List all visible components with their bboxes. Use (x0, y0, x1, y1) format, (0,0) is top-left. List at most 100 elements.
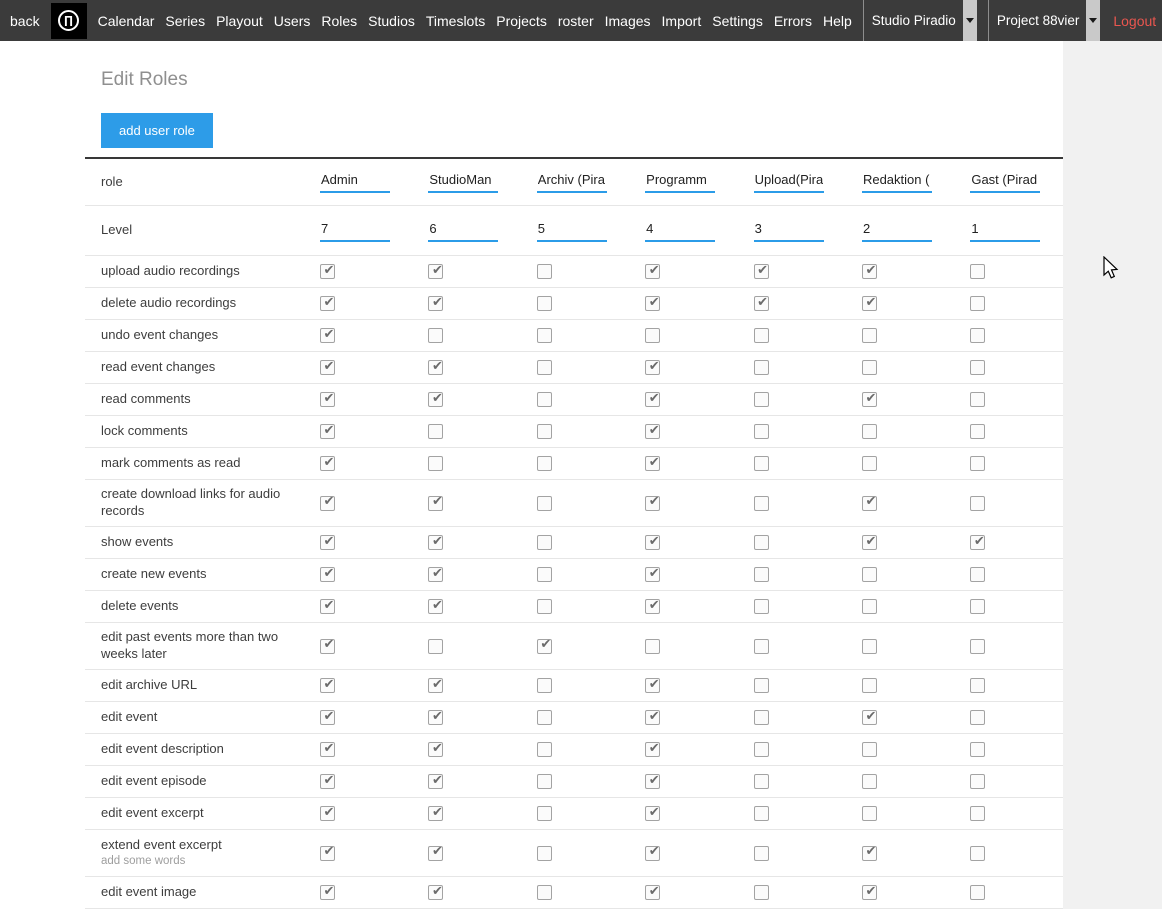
nav-item-settings[interactable]: Settings (712, 13, 763, 29)
permission-checkbox-col5[interactable] (754, 599, 769, 614)
permission-checkbox-col6[interactable]: ✔ (862, 496, 877, 511)
permission-checkbox-col1[interactable]: ✔ (320, 328, 335, 343)
permission-checkbox-col2[interactable]: ✔ (428, 392, 443, 407)
permission-checkbox-col6[interactable] (862, 360, 877, 375)
permission-checkbox-col7[interactable] (970, 806, 985, 821)
permission-checkbox-col3[interactable] (537, 360, 552, 375)
permission-checkbox-col6[interactable] (862, 678, 877, 693)
permission-checkbox-col6[interactable] (862, 742, 877, 757)
role-name-input-6[interactable] (862, 171, 932, 193)
permission-checkbox-col4[interactable]: ✔ (645, 496, 660, 511)
nav-item-errors[interactable]: Errors (774, 13, 812, 29)
permission-checkbox-col7[interactable] (970, 678, 985, 693)
permission-checkbox-col4[interactable]: ✔ (645, 599, 660, 614)
back-button[interactable]: back (10, 13, 40, 29)
permission-checkbox-col6[interactable]: ✔ (862, 296, 877, 311)
permission-checkbox-col4[interactable] (645, 639, 660, 654)
role-level-input-7[interactable] (970, 220, 1040, 242)
permission-checkbox-col7[interactable] (970, 774, 985, 789)
permission-checkbox-col2[interactable]: ✔ (428, 806, 443, 821)
studio-select[interactable]: Studio Piradio (863, 0, 977, 41)
role-level-input-5[interactable] (754, 220, 824, 242)
permission-checkbox-col1[interactable]: ✔ (320, 456, 335, 471)
project-select[interactable]: Project 88vier (988, 0, 1101, 41)
permission-checkbox-col1[interactable]: ✔ (320, 360, 335, 375)
permission-checkbox-col1[interactable]: ✔ (320, 678, 335, 693)
permission-checkbox-col3[interactable] (537, 774, 552, 789)
role-name-input-1[interactable] (320, 171, 390, 193)
permission-checkbox-col2[interactable]: ✔ (428, 774, 443, 789)
permission-checkbox-col4[interactable]: ✔ (645, 774, 660, 789)
permission-checkbox-col3[interactable] (537, 535, 552, 550)
nav-item-images[interactable]: Images (605, 13, 651, 29)
permission-checkbox-col2[interactable] (428, 639, 443, 654)
permission-checkbox-col2[interactable]: ✔ (428, 496, 443, 511)
permission-checkbox-col3[interactable]: ✔ (537, 639, 552, 654)
permission-checkbox-col1[interactable]: ✔ (320, 496, 335, 511)
permission-checkbox-col7[interactable] (970, 360, 985, 375)
add-user-role-button[interactable]: add user role (101, 113, 213, 148)
permission-checkbox-col2[interactable] (428, 328, 443, 343)
nav-item-series[interactable]: Series (165, 13, 205, 29)
nav-item-studios[interactable]: Studios (368, 13, 415, 29)
role-name-input-4[interactable] (645, 171, 715, 193)
role-level-input-3[interactable] (537, 220, 607, 242)
role-level-input-1[interactable] (320, 220, 390, 242)
permission-checkbox-col7[interactable] (970, 567, 985, 582)
nav-item-roles[interactable]: Roles (321, 13, 357, 29)
permission-checkbox-col1[interactable]: ✔ (320, 264, 335, 279)
permission-checkbox-col1[interactable]: ✔ (320, 846, 335, 861)
permission-checkbox-col5[interactable] (754, 328, 769, 343)
permission-checkbox-col5[interactable] (754, 742, 769, 757)
permission-checkbox-col3[interactable] (537, 678, 552, 693)
permission-checkbox-col5[interactable] (754, 639, 769, 654)
permission-checkbox-col6[interactable] (862, 328, 877, 343)
permission-checkbox-col7[interactable] (970, 456, 985, 471)
role-level-input-4[interactable] (645, 220, 715, 242)
permission-checkbox-col7[interactable] (970, 710, 985, 725)
nav-item-roster[interactable]: roster (558, 13, 594, 29)
permission-checkbox-col2[interactable] (428, 424, 443, 439)
permission-checkbox-col5[interactable] (754, 392, 769, 407)
permission-checkbox-col1[interactable]: ✔ (320, 392, 335, 407)
permission-checkbox-col7[interactable] (970, 328, 985, 343)
nav-item-playout[interactable]: Playout (216, 13, 263, 29)
permission-checkbox-col2[interactable]: ✔ (428, 296, 443, 311)
permission-checkbox-col3[interactable] (537, 456, 552, 471)
nav-item-users[interactable]: Users (274, 13, 311, 29)
permission-checkbox-col6[interactable]: ✔ (862, 710, 877, 725)
permission-checkbox-col2[interactable] (428, 456, 443, 471)
permission-checkbox-col7[interactable]: ✔ (970, 535, 985, 550)
nav-item-calendar[interactable]: Calendar (98, 13, 155, 29)
permission-checkbox-col7[interactable] (970, 599, 985, 614)
permission-checkbox-col2[interactable]: ✔ (428, 264, 443, 279)
permission-checkbox-col2[interactable]: ✔ (428, 885, 443, 900)
permission-checkbox-col4[interactable]: ✔ (645, 392, 660, 407)
permission-checkbox-col3[interactable] (537, 846, 552, 861)
permission-checkbox-col6[interactable]: ✔ (862, 392, 877, 407)
permission-checkbox-col3[interactable] (537, 296, 552, 311)
permission-checkbox-col2[interactable]: ✔ (428, 678, 443, 693)
permission-checkbox-col5[interactable] (754, 678, 769, 693)
nav-item-import[interactable]: Import (662, 13, 702, 29)
permission-checkbox-col1[interactable]: ✔ (320, 774, 335, 789)
permission-checkbox-col6[interactable] (862, 806, 877, 821)
role-level-input-2[interactable] (428, 220, 498, 242)
role-name-input-7[interactable] (970, 171, 1040, 193)
permission-checkbox-col2[interactable]: ✔ (428, 710, 443, 725)
permission-checkbox-col6[interactable]: ✔ (862, 264, 877, 279)
permission-checkbox-col7[interactable] (970, 846, 985, 861)
permission-checkbox-col1[interactable]: ✔ (320, 424, 335, 439)
permission-checkbox-col3[interactable] (537, 885, 552, 900)
permission-checkbox-col5[interactable]: ✔ (754, 296, 769, 311)
permission-checkbox-col1[interactable]: ✔ (320, 885, 335, 900)
permission-checkbox-col2[interactable]: ✔ (428, 567, 443, 582)
permission-checkbox-col6[interactable] (862, 639, 877, 654)
permission-checkbox-col3[interactable] (537, 806, 552, 821)
permission-checkbox-col4[interactable]: ✔ (645, 567, 660, 582)
permission-checkbox-col3[interactable] (537, 496, 552, 511)
permission-checkbox-col2[interactable]: ✔ (428, 599, 443, 614)
permission-checkbox-col3[interactable] (537, 567, 552, 582)
permission-checkbox-col3[interactable] (537, 599, 552, 614)
permission-checkbox-col5[interactable] (754, 806, 769, 821)
